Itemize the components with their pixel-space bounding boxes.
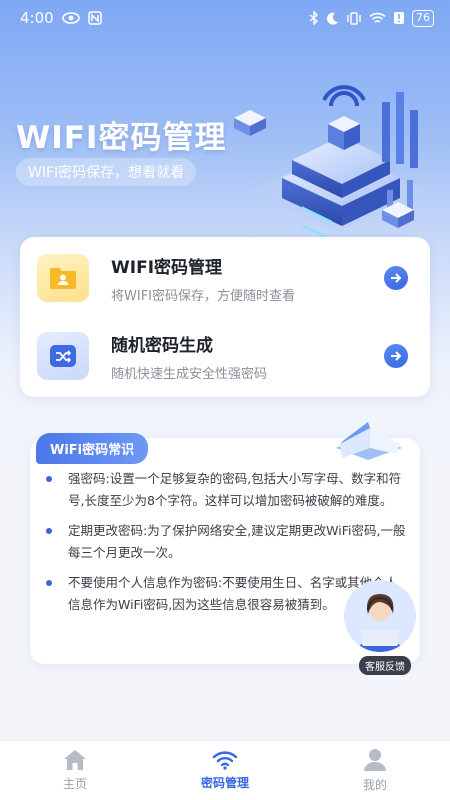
tip-item: 强密码:设置一个足够复杂的密码,包括大小写字母、数字和符号,长度至少为8个字符。…	[46, 468, 406, 512]
tab-profile[interactable]: 我的	[315, 748, 435, 793]
arrow-right-icon[interactable]	[384, 344, 408, 368]
shuffle-icon	[37, 332, 89, 380]
moon-icon	[327, 12, 338, 25]
tip-item: 定期更改密码:为了保护网络安全,建议定期更改WiFi密码,一般每三个月更改一次。	[46, 520, 406, 564]
tab-label: 我的	[362, 778, 387, 792]
tab-password-manager[interactable]: 密码管理	[165, 750, 285, 791]
feature-random-password-generator[interactable]: 随机密码生成 随机快速生成安全性强密码	[20, 317, 430, 395]
server-illustration	[234, 85, 427, 240]
tab-label: 密码管理	[200, 776, 249, 790]
home-icon	[64, 750, 86, 770]
feature-desc: 随机快速生成安全性强密码	[111, 366, 268, 382]
bullet-icon	[46, 580, 52, 586]
eye-icon	[61, 12, 80, 24]
customer-service-avatar[interactable]	[344, 580, 416, 652]
customer-service-label[interactable]: 客服反馈	[359, 656, 411, 675]
wifi-icon	[212, 751, 238, 770]
tip-text: 定期更改密码:为了保护网络安全,建议定期更改WiFi密码,一般每三个月更改一次。	[68, 523, 406, 560]
nfc-icon	[87, 11, 102, 25]
feature-desc: 将WIFI密码保存，方便随时查看	[111, 288, 295, 304]
alert-icon	[394, 12, 404, 24]
feature-card: WIFI密码管理 将WIFI密码保存，方便随时查看 随机密码生成 随机快速生成安…	[20, 237, 430, 397]
folder-user-icon	[37, 254, 89, 302]
wifi-signal-icon	[369, 12, 386, 23]
vibrate-icon	[347, 11, 361, 25]
tab-label: 主页	[62, 777, 87, 791]
user-icon	[364, 749, 386, 771]
tip-text: 强密码:设置一个足够复杂的密码,包括大小写字母、数字和符号,长度至少为8个字符。…	[68, 471, 402, 508]
feature-wifi-password-manager[interactable]: WIFI密码管理 将WIFI密码保存，方便随时查看	[20, 239, 430, 317]
bullet-icon	[46, 476, 52, 482]
book-icon	[336, 422, 402, 460]
feature-title: WIFI密码管理	[111, 257, 223, 278]
hero-title: WIFI密码管理	[16, 120, 227, 156]
status-time: 4:00	[20, 9, 54, 27]
bullet-icon	[46, 528, 52, 534]
tips-title: WiFi密码常识	[36, 433, 149, 464]
bottom-tab-bar: 主页 密码管理 我的	[0, 740, 450, 800]
tab-home[interactable]: 主页	[15, 749, 135, 792]
status-bar: 4:00 76	[0, 0, 450, 36]
bluetooth-icon	[309, 11, 319, 25]
feature-title: 随机密码生成	[111, 335, 213, 356]
arrow-right-icon[interactable]	[384, 266, 408, 290]
hero-subtitle: WIFI密码保存，想看就看	[16, 158, 197, 186]
battery-level: 76	[412, 9, 434, 27]
